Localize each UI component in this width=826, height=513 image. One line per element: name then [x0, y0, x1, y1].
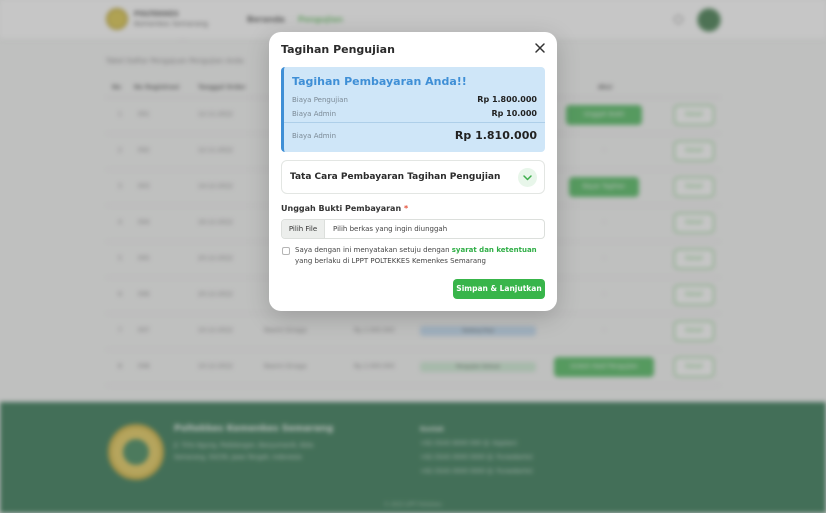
close-icon-glyph — [535, 43, 545, 53]
chevron-down-icon[interactable] — [518, 168, 537, 187]
bill-item-value: Rp 10.000 — [491, 109, 537, 118]
terms-link[interactable]: syarat dan ketentuan — [452, 246, 537, 254]
bill-item-label: Biaya Pengujian — [292, 96, 348, 104]
bill-total-label: Biaya Admin — [292, 132, 337, 140]
accordion-label: Tata Cara Pembayaran Tagihan Pengujian — [290, 172, 501, 182]
payment-instructions-accordion[interactable]: Tata Cara Pembayaran Tagihan Pengujian — [281, 160, 545, 194]
chevron-glyph — [523, 175, 532, 181]
terms-prefix: Saya dengan ini menyatakan setuju dengan — [295, 246, 452, 254]
choose-file-button[interactable]: Pilih File — [282, 220, 325, 238]
divider — [284, 122, 545, 123]
save-continue-button[interactable]: Simpan & Lanjutkan — [453, 279, 545, 299]
required-mark: * — [403, 204, 409, 213]
upload-label-text: Unggah Bukti Pembayaran — [281, 204, 402, 213]
close-icon[interactable] — [533, 41, 547, 55]
bill-total-value: Rp 1.810.000 — [454, 129, 537, 142]
terms-text: Saya dengan ini menyatakan setuju dengan… — [295, 246, 537, 254]
bill-heading: Tagihan Pembayaran Anda!! — [292, 75, 467, 88]
upload-label: Unggah Bukti Pembayaran * — [281, 204, 408, 213]
file-input[interactable]: Pilih File Pilih berkas yang ingin diung… — [281, 219, 545, 239]
bill-item-value: Rp 1.800.000 — [477, 95, 537, 104]
bill-item-label: Biaya Admin — [292, 110, 337, 118]
terms-checkbox[interactable] — [282, 247, 290, 255]
file-placeholder: Pilih berkas yang ingin diunggah — [333, 225, 448, 233]
terms-text-line2: yang berlaku di LPPT POLTEKKES Kemenkes … — [295, 257, 486, 265]
billing-modal: Tagihan Pengujian Tagihan Pembayaran And… — [269, 32, 557, 311]
bill-summary: Tagihan Pembayaran Anda!! Biaya Pengujia… — [281, 67, 545, 152]
modal-title: Tagihan Pengujian — [281, 43, 395, 56]
